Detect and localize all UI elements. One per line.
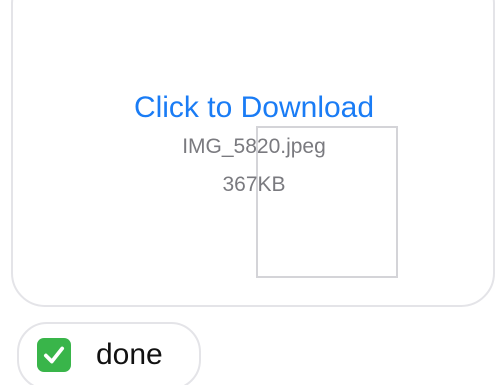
attachment-file-size: 367KB <box>222 173 286 196</box>
reply-message-text: done <box>96 338 163 371</box>
download-link[interactable]: Click to Download <box>0 90 497 126</box>
check-mark-button-icon <box>37 338 71 372</box>
attachment-file-name: IMG_5820.jpeg <box>182 135 326 158</box>
message-thread: Click to Download IMG_5820.jpeg 367KB do… <box>0 0 497 385</box>
